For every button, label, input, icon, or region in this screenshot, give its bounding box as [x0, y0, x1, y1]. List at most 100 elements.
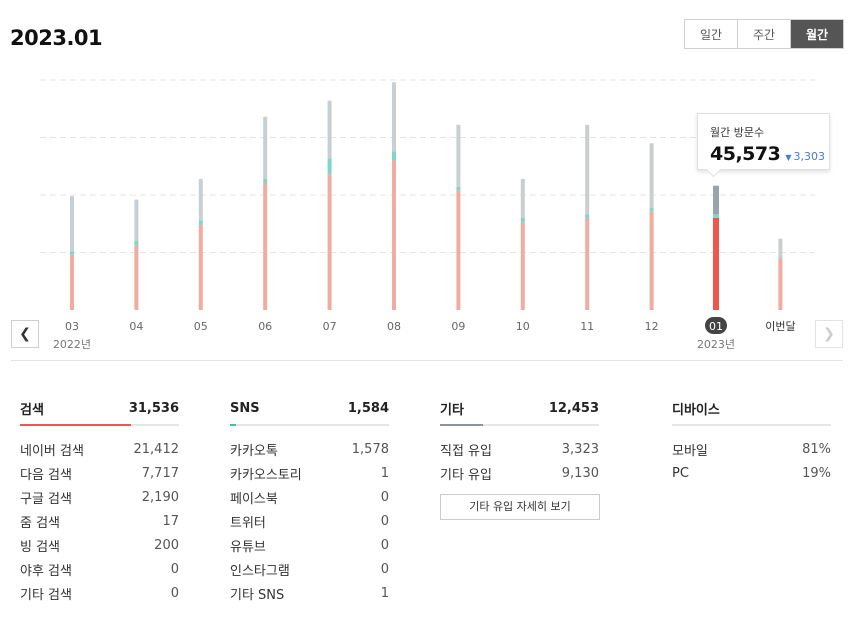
search-row-value: 21,412 — [133, 441, 180, 457]
bar-other — [327, 100, 332, 159]
x-tick-label: 01 — [709, 320, 723, 333]
bar-search — [649, 211, 654, 310]
bar-other — [70, 196, 74, 252]
search-panel-title: 검색 — [20, 402, 44, 418]
sns-row-value: 1 — [380, 465, 389, 481]
device-bar — [672, 424, 831, 426]
search-row: 다음 검색 7,717 — [20, 461, 179, 485]
other-row-label: 직접 유입 — [440, 443, 492, 459]
search-panel-total: 31,536 — [128, 400, 179, 416]
other-row-value: 3,323 — [561, 441, 599, 457]
bar-sns — [263, 178, 268, 184]
sns-row-label: 기타 SNS — [230, 587, 285, 603]
tab-monthly[interactable]: 월간 — [791, 20, 843, 48]
device-row-value: 81% — [802, 441, 831, 457]
tab-daily[interactable]: 일간 — [685, 20, 738, 48]
other-row: 직접 유입 3,323 — [440, 437, 599, 461]
visits-chart: 03 2022년 04 05 06 07 08 09 10 11 12 01 2023년 이번달 — [40, 79, 815, 351]
sns-share-fill — [230, 424, 237, 426]
other-detail-button[interactable]: 기타 유입 자세히 보기 — [440, 494, 600, 520]
sns-row: 페이스북 0 — [230, 485, 389, 509]
device-rows: 모바일 81% PC 19% — [672, 437, 831, 485]
x-tick-label: 06 — [258, 320, 272, 333]
search-row-value: 17 — [162, 513, 179, 529]
search-row-label: 줌 검색 — [20, 515, 61, 531]
bar-search — [456, 190, 461, 310]
bar-other — [263, 116, 268, 179]
bar-sns — [70, 251, 74, 255]
search-panel: 검색 31,536 네이버 검색 21,412 다음 검색 7,717 구글 검색 2,1… — [20, 398, 179, 605]
sns-row-value: 1 — [380, 585, 389, 601]
x-tick-label: 12 — [645, 320, 659, 333]
other-share-bar — [440, 424, 599, 426]
tooltip-delta-value: 3,303 — [793, 150, 825, 163]
chart-prev-button[interactable]: ❮ — [11, 320, 39, 348]
chevron-left-icon: ❮ — [19, 326, 31, 342]
search-row: 기타 검색 0 — [20, 581, 179, 605]
search-row-label: 기타 검색 — [20, 587, 72, 603]
device-row: 모바일 81% — [672, 437, 831, 461]
device-row: PC 19% — [672, 461, 831, 485]
bar-sns — [134, 241, 139, 246]
x-tick-label: 04 — [129, 320, 143, 333]
search-row: 야후 검색 0 — [20, 557, 179, 581]
year-label: 2023년 — [697, 338, 735, 351]
search-row: 구글 검색 2,190 — [20, 485, 179, 509]
year-label: 2022년 — [53, 338, 91, 351]
search-row: 줌 검색 17 — [20, 509, 179, 533]
search-share-bar — [20, 424, 179, 426]
other-row-label: 기타 유입 — [440, 467, 492, 483]
search-row-label: 다음 검색 — [20, 467, 72, 483]
other-row-value: 9,130 — [561, 465, 599, 481]
period-toggle: 일간 주간 월간 — [684, 19, 844, 49]
device-row-label: 모바일 — [672, 443, 708, 459]
search-row-label: 빙 검색 — [20, 539, 61, 555]
bar-sns — [778, 257, 783, 259]
search-row: 빙 검색 200 — [20, 533, 179, 557]
search-row-value: 2,190 — [141, 489, 179, 505]
bar-search — [198, 224, 203, 310]
search-share-fill — [20, 424, 132, 426]
sns-row: 카카오스토리 1 — [230, 461, 389, 485]
period-title: 2023.01 — [10, 26, 103, 50]
tooltip-value: 45,573 — [710, 143, 781, 165]
bar-other — [585, 124, 590, 215]
bar-sns — [456, 186, 461, 191]
other-panel: 기타 12,453 직접 유입 3,323 기타 유입 9,130 기타 유입 자세히… — [440, 398, 600, 520]
sns-panel-title: SNS — [230, 400, 260, 416]
sns-row-label: 유튜브 — [230, 539, 266, 555]
bar-sns — [520, 218, 525, 223]
tab-weekly[interactable]: 주간 — [738, 20, 791, 48]
x-tick-label: 11 — [580, 320, 594, 333]
search-row-value: 7,717 — [141, 465, 179, 481]
bar-sns — [198, 220, 203, 225]
sns-share-bar — [230, 424, 389, 426]
bar-other — [520, 178, 525, 218]
tooltip-label: 월간 방문수 — [710, 126, 765, 139]
sns-panel-total: 1,584 — [347, 400, 389, 416]
bar-sns — [649, 207, 654, 212]
search-row-value: 0 — [170, 561, 179, 577]
x-tick-label: 08 — [387, 320, 401, 333]
bar-search — [392, 160, 396, 310]
bar-other — [134, 199, 139, 241]
bar-search — [134, 245, 139, 310]
sns-rows: 카카오톡 1,578 카카오스토리 1 페이스북 0 트위터 0 유튜브 0 인스타그램 0 기타 SN… — [230, 437, 389, 605]
other-panel-title: 기타 — [440, 402, 464, 418]
bar-search — [263, 183, 268, 310]
sns-row-value: 0 — [380, 489, 389, 505]
device-row-label: PC — [672, 465, 689, 481]
bar-other — [649, 143, 654, 208]
sns-row-label: 카카오톡 — [230, 443, 278, 459]
search-row-label: 네이버 검색 — [20, 443, 84, 459]
bar-other — [456, 124, 461, 187]
x-tick-label: 09 — [451, 320, 465, 333]
device-row-value: 19% — [802, 465, 831, 481]
chart-next-button[interactable]: ❯ — [815, 320, 843, 348]
sns-row-label: 인스타그램 — [230, 563, 290, 579]
bar-other — [198, 178, 203, 221]
x-tick-label: 07 — [323, 320, 337, 333]
sns-row: 기타 SNS 1 — [230, 581, 389, 605]
search-row-label: 구글 검색 — [20, 491, 72, 507]
x-tick-label: 05 — [194, 320, 208, 333]
